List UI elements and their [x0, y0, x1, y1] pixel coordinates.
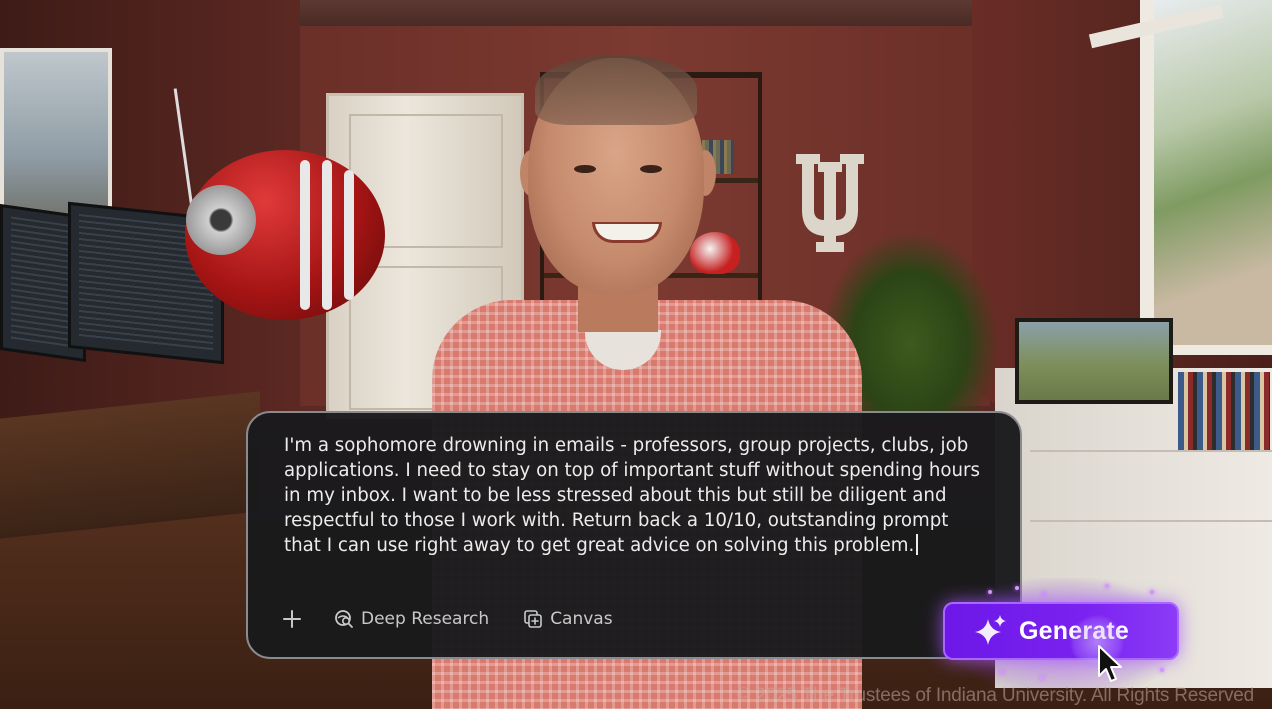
sparkle-dot [1000, 670, 1004, 674]
deep-research-button[interactable]: Deep Research [334, 609, 489, 629]
sparkle-dot [1160, 668, 1164, 672]
wall-poster [0, 48, 112, 231]
person-hair [535, 55, 697, 125]
generate-button[interactable]: Generate [943, 602, 1179, 660]
deep-research-label: Deep Research [361, 609, 490, 629]
mouse-cursor-icon [1098, 645, 1122, 682]
sparkle-dot [1040, 676, 1044, 680]
ceiling [250, 0, 1020, 26]
mini-football-helmet [690, 232, 740, 274]
person-eye [574, 165, 596, 173]
cabinet-line [1030, 450, 1272, 452]
window [1140, 0, 1272, 355]
sparkle-dot [1015, 586, 1019, 590]
sparkle-dot [1042, 592, 1046, 596]
prompt-textarea[interactable]: I'm a sophomore drowning in emails - pro… [284, 433, 1004, 558]
cabinet-line [1030, 520, 1272, 522]
sparkle-dot [1105, 584, 1109, 588]
person-eye [640, 165, 662, 173]
search-globe-icon [335, 610, 353, 628]
helmet-stripe [300, 160, 310, 310]
person-smile [592, 222, 662, 243]
sparkle-icon [975, 615, 1006, 645]
prompt-text: I'm a sophomore drowning in emails - pro… [284, 435, 980, 556]
plus-icon[interactable] [278, 605, 306, 633]
sparkle-dot [988, 590, 992, 594]
helmet-stripe [344, 170, 354, 300]
picture-frame [1015, 318, 1173, 404]
text-caret [916, 534, 919, 555]
prompt-toolbar: Deep Research Canvas [278, 605, 647, 633]
canvas-button[interactable]: Canvas [523, 609, 613, 629]
canvas-label: Canvas [550, 609, 613, 629]
canvas-add-icon [524, 610, 542, 628]
prompt-input-box[interactable]: I'm a sophomore drowning in emails - pro… [246, 411, 1022, 659]
sparkle-dot [1150, 590, 1154, 594]
helmet-eye [186, 185, 256, 255]
cabinet-books [1178, 372, 1270, 450]
helmet-stripe [322, 160, 332, 310]
copyright-notice: © 2025 The Trustees of Indiana Universit… [736, 685, 1255, 706]
